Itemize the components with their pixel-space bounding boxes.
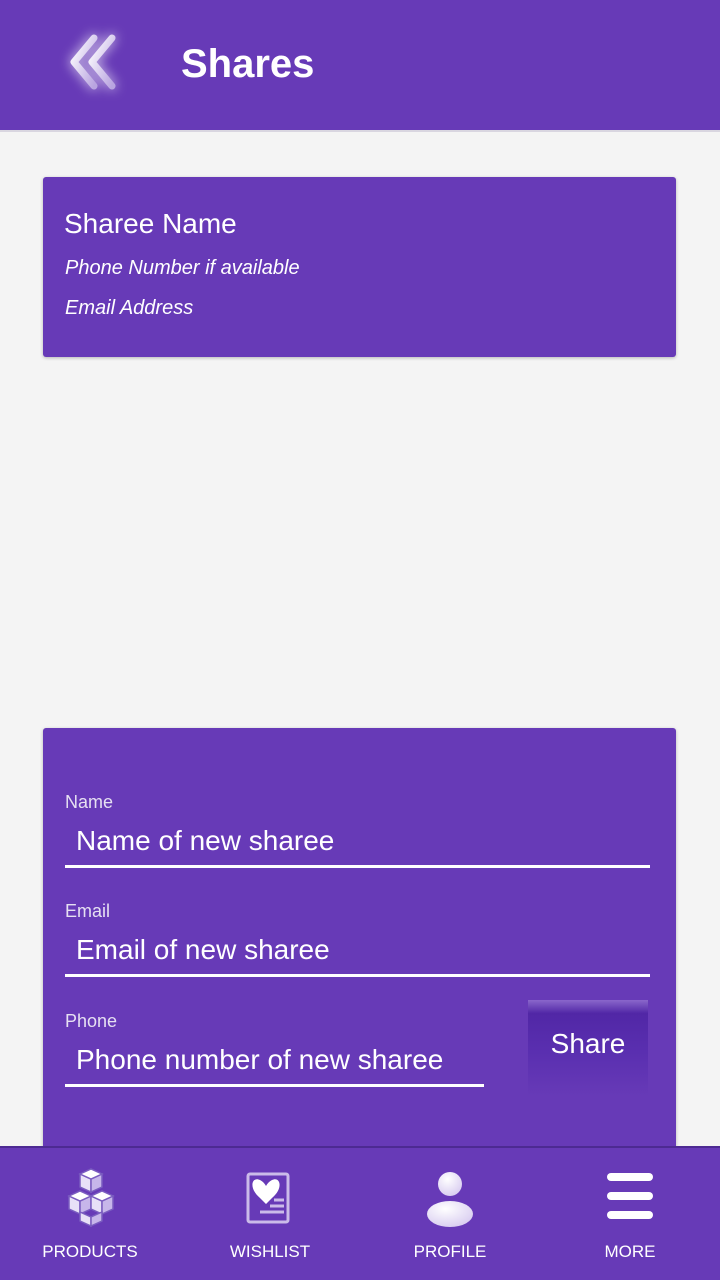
- sharee-card[interactable]: Sharee Name Phone Number if available Em…: [43, 177, 676, 357]
- sharee-email: Email Address: [65, 297, 194, 319]
- nav-item-more[interactable]: MORE: [540, 1148, 720, 1280]
- back-button[interactable]: [58, 28, 128, 100]
- page-title: Shares: [181, 42, 315, 86]
- nav-label-products: PRODUCTS: [42, 1242, 138, 1261]
- bottom-navigation: PRODUCTS WISHLIST PROFILE MORE: [0, 1146, 720, 1280]
- heart-list-icon: [240, 1168, 300, 1228]
- nav-label-more: MORE: [604, 1242, 656, 1261]
- email-input[interactable]: [65, 925, 650, 977]
- nav-label-profile: PROFILE: [413, 1242, 487, 1261]
- sharee-phone: Phone Number if available: [65, 257, 300, 279]
- new-sharee-form: Name Email Phone Share: [43, 728, 676, 1158]
- email-label: Email: [65, 901, 111, 921]
- name-label: Name: [65, 792, 114, 812]
- phone-input[interactable]: [65, 1035, 484, 1087]
- menu-icon: [600, 1168, 660, 1228]
- nav-label-wishlist: WISHLIST: [229, 1242, 311, 1261]
- app-header: Shares: [0, 0, 720, 132]
- nav-item-wishlist[interactable]: WISHLIST: [180, 1148, 360, 1280]
- boxes-icon: [60, 1168, 120, 1228]
- phone-label: Phone: [65, 1011, 118, 1031]
- person-icon: [420, 1168, 480, 1228]
- nav-item-profile[interactable]: PROFILE: [360, 1148, 540, 1280]
- nav-item-products[interactable]: PRODUCTS: [0, 1148, 180, 1280]
- share-button[interactable]: Share: [528, 1000, 648, 1096]
- double-chevron-left-icon: [68, 32, 118, 97]
- sharee-name: Sharee Name: [64, 208, 237, 239]
- name-input[interactable]: [65, 816, 650, 868]
- app-root: Shares Sharee Name Phone Number if avail…: [0, 0, 720, 1280]
